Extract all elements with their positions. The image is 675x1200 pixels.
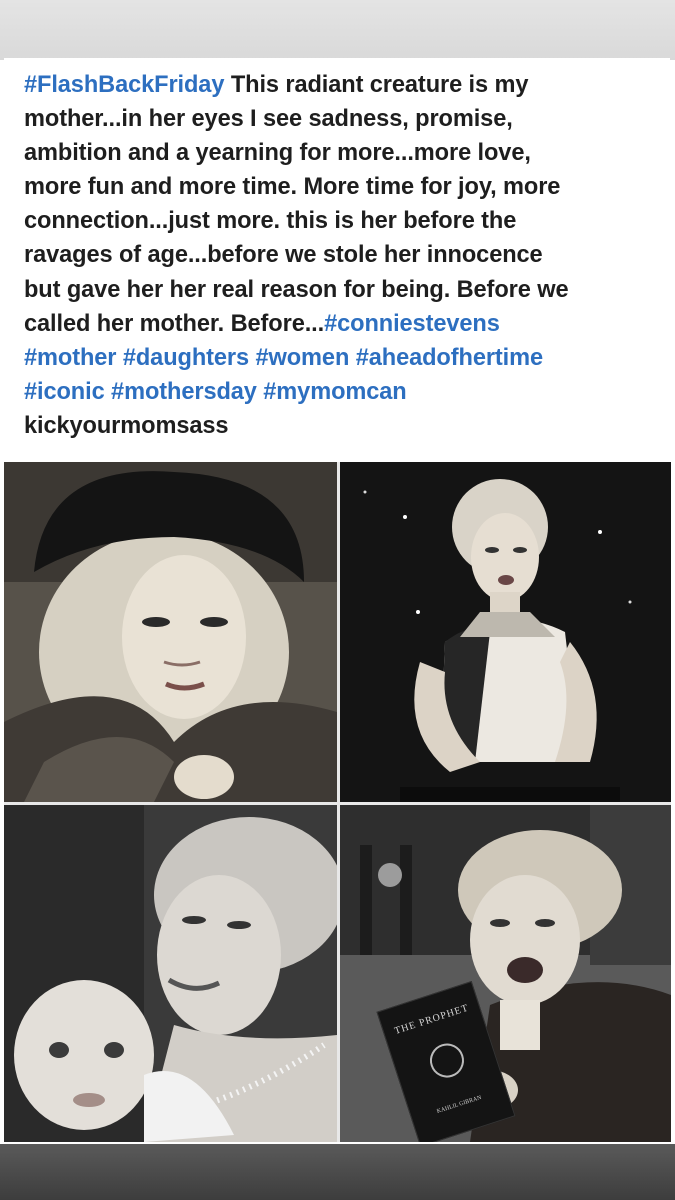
caption-text: more fun and more time. More time for jo…: [24, 174, 561, 201]
caption-text: mother...in her eyes I see sadness, prom…: [24, 106, 513, 133]
caption-text: kickyourmomsass: [24, 412, 229, 439]
caption-text: called her mother. Before...: [24, 310, 325, 337]
hashtag-link[interactable]: #FlashBackFriday: [24, 72, 224, 98]
story-bottom-strip: [0, 1144, 675, 1200]
hashtag-link[interactable]: #iconic #mothersday #mymomcan: [24, 379, 407, 405]
hashtag-link[interactable]: #mother #daughters #women #aheadofhertim…: [24, 345, 543, 371]
caption-card: #FlashBackFriday This radiant creature i…: [4, 58, 670, 460]
hashtag-link[interactable]: #conniestevens: [324, 311, 500, 337]
caption-line: #FlashBackFriday This radiant creature i…: [24, 68, 652, 102]
caption-line: ravages of age...before we stole her inn…: [24, 238, 652, 272]
caption-text: ravages of age...before we stole her inn…: [24, 242, 543, 269]
photo-woman-with-book: THE PROPHET KAHLIL GIBRAN: [340, 805, 671, 1142]
caption-text: ambition and a yearning for more...more …: [24, 140, 531, 167]
caption-text: connection...just more. this is her befo…: [24, 208, 517, 235]
book-title: THE PROPHET: [393, 1002, 471, 1037]
photo-stage-performer: [340, 462, 671, 802]
caption-line: but gave her her real reason for being. …: [24, 273, 652, 307]
caption-line: connection...just more. this is her befo…: [24, 204, 652, 238]
book-emblem-icon: [425, 1039, 469, 1082]
caption-line: #mother #daughters #women #aheadofhertim…: [24, 341, 652, 375]
caption-line: more fun and more time. More time for jo…: [24, 170, 652, 204]
caption-line: mother...in her eyes I see sadness, prom…: [24, 102, 652, 136]
caption-line: #iconic #mothersday #mymomcan: [24, 375, 652, 409]
caption-line: kickyourmomsass: [24, 409, 652, 443]
photo-collage: THE PROPHET KAHLIL GIBRAN: [4, 462, 671, 1142]
caption-line: ambition and a yearning for more...more …: [24, 136, 652, 170]
story-top-strip: [0, 0, 675, 60]
photo-hat-portrait: [4, 462, 337, 802]
post-caption: #FlashBackFriday This radiant creature i…: [24, 68, 652, 443]
caption-text: This radiant creature is my: [224, 72, 529, 98]
book-author: KAHLIL GIBRAN: [436, 1094, 483, 1115]
caption-line: called her mother. Before...#conniesteve…: [24, 307, 652, 341]
caption-text: but gave her her real reason for being. …: [24, 276, 569, 303]
photo-mother-with-baby: [4, 805, 337, 1142]
